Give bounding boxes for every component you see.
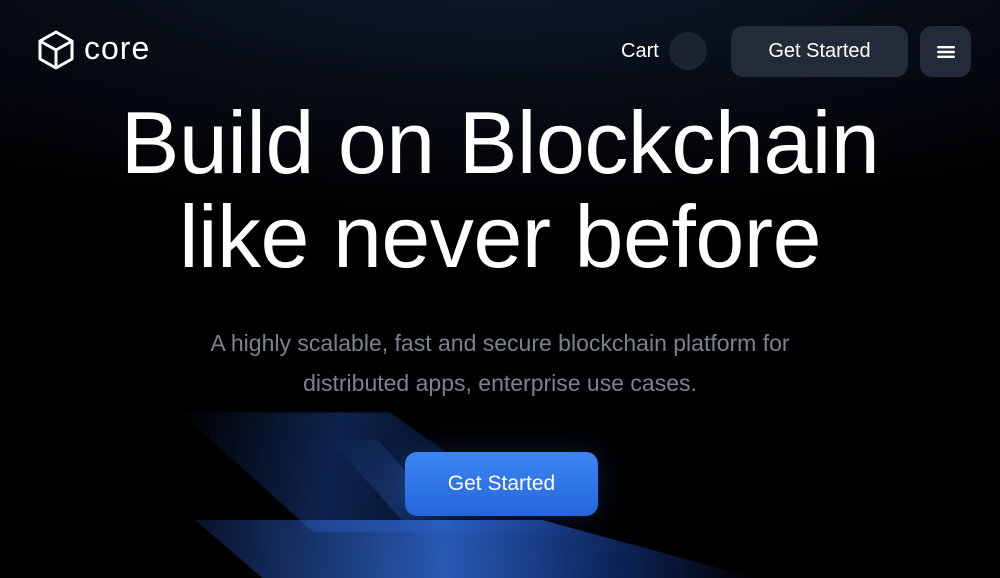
landing-page: core Cart Get Started Build on Blockchai… [0,0,1000,578]
cart-label: Cart [621,40,659,62]
hero-title-line-1: Build on Blockchain [120,93,880,192]
hero-title-line-2: like never before [178,187,822,286]
site-header: core Cart Get Started [0,0,1000,100]
hero-subtitle-line-1: A highly scalable, fast and secure block… [210,330,790,356]
hero-subtitle-line-2: distributed apps, enterprise use cases. [303,370,697,396]
decorative-light-beam [195,520,755,578]
logo-text: core [84,30,151,66]
hamburger-menu-icon [936,45,955,58]
menu-button[interactable] [920,26,971,77]
header-get-started-button[interactable]: Get Started [731,26,908,77]
cube-icon [38,30,74,70]
logo-link[interactable]: core [36,29,150,71]
hero-get-started-button[interactable]: Get Started [405,452,598,516]
cart-button[interactable]: Cart [621,32,707,70]
hero-subtitle: A highly scalable, fast and secure block… [0,323,1000,403]
cart-count-badge [668,32,707,70]
hero-title: Build on Blockchain like never before [0,96,1000,284]
